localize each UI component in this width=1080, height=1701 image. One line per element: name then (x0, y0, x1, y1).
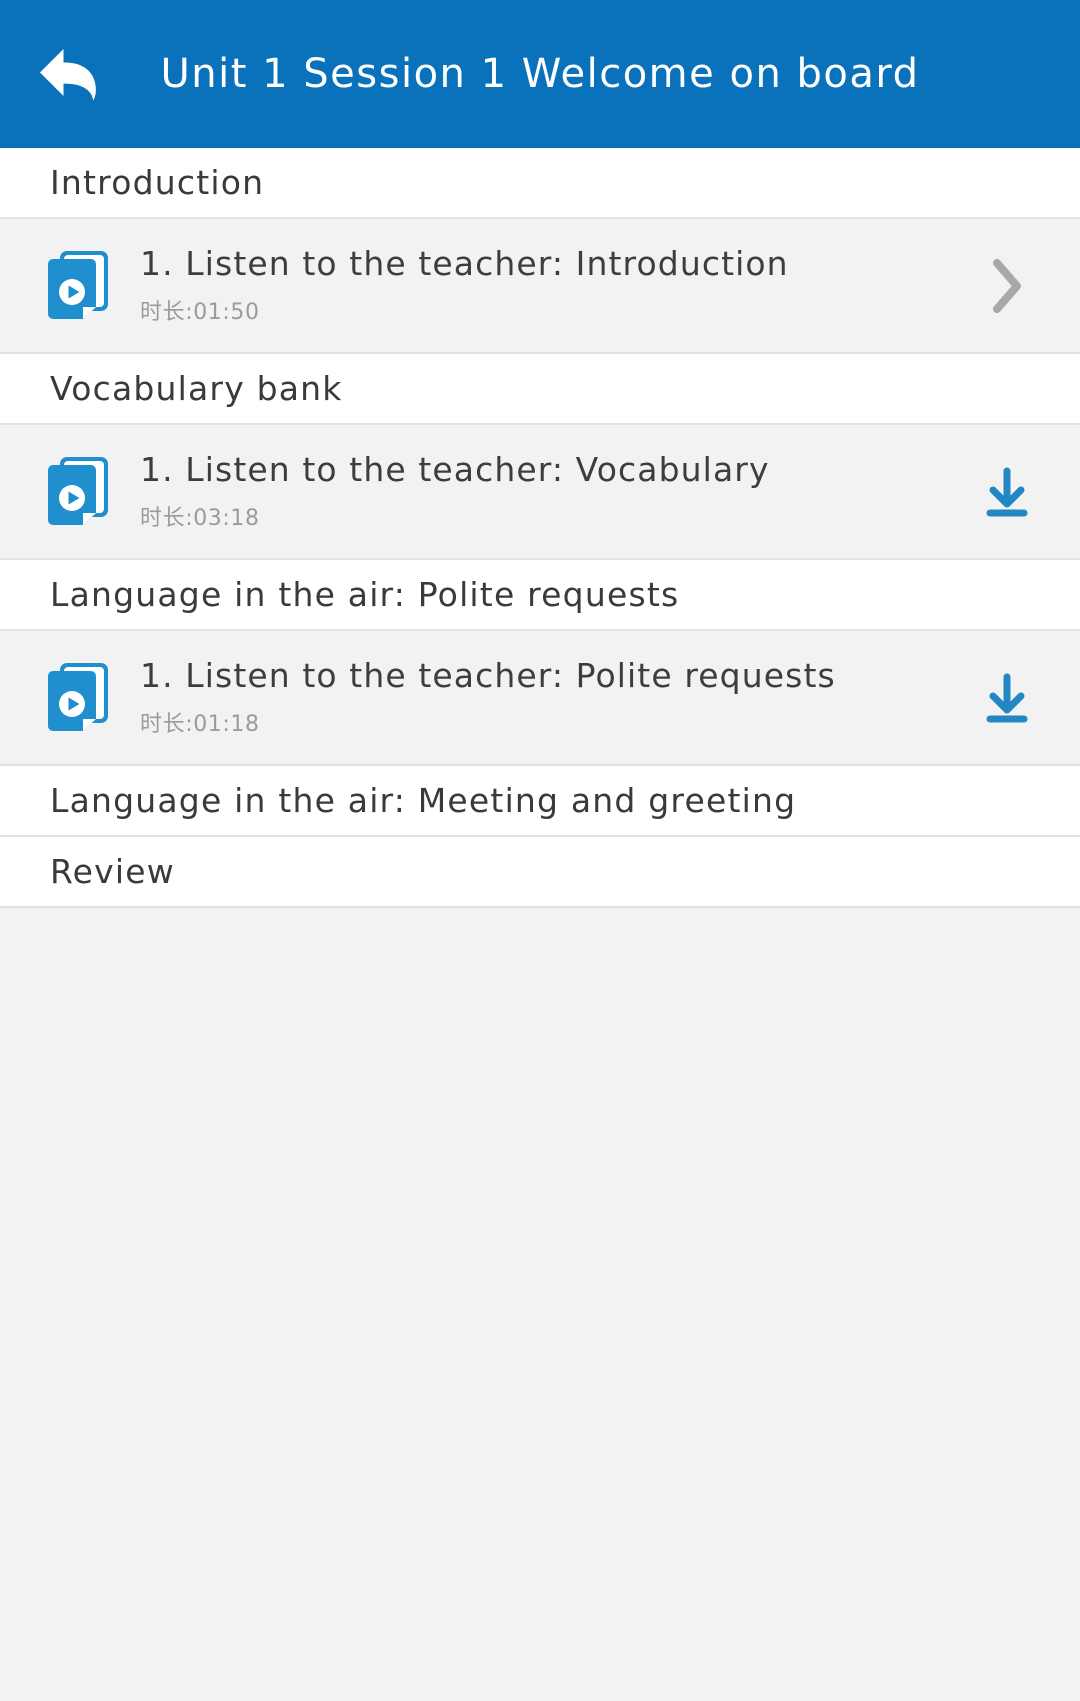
lesson-duration: 时长:03:18 (140, 505, 260, 531)
section-header-label: Language in the air: Polite requests (50, 575, 680, 614)
section-header-label: Language in the air: Meeting and greetin… (50, 781, 797, 820)
chevron-right-icon[interactable] (970, 249, 1044, 323)
download-icon[interactable] (970, 455, 1044, 529)
audio-card-play-icon (46, 456, 108, 527)
section-header-label: Review (50, 852, 175, 891)
lesson-row-vocabulary[interactable]: 1. Listen to the teacher: Vocabulary 时长:… (0, 425, 1080, 560)
lesson-text-block: 1. Listen to the teacher: Introduction 时… (140, 245, 970, 326)
lesson-title: 1. Listen to the teacher: Introduction (140, 245, 789, 283)
lesson-title: 1. Listen to the teacher: Polite request… (140, 657, 836, 695)
session-content-list: Introduction 1. Listen to the teacher: I… (0, 148, 1080, 908)
back-arrow-icon (37, 45, 101, 103)
lesson-text-block: 1. Listen to the teacher: Vocabulary 时长:… (140, 451, 970, 532)
audio-card-play-icon (46, 250, 108, 321)
lesson-duration: 时长:01:50 (140, 299, 260, 325)
section-header-introduction[interactable]: Introduction (0, 148, 1080, 219)
page-title: Unit 1 Session 1 Welcome on board (160, 51, 920, 97)
audio-card-play-icon (46, 662, 108, 733)
lesson-duration: 时长:01:18 (140, 711, 260, 737)
lesson-title: 1. Listen to the teacher: Vocabulary (140, 451, 770, 489)
back-button[interactable] (14, 0, 124, 148)
download-icon[interactable] (970, 661, 1044, 735)
section-header-meeting-and-greeting[interactable]: Language in the air: Meeting and greetin… (0, 766, 1080, 837)
empty-content-area (0, 908, 1080, 1701)
section-header-label: Vocabulary bank (50, 369, 343, 408)
app-screen: Unit 1 Session 1 Welcome on board Introd… (0, 0, 1080, 1701)
section-header-label: Introduction (50, 163, 265, 202)
section-header-review[interactable]: Review (0, 837, 1080, 908)
section-header-vocabulary-bank[interactable]: Vocabulary bank (0, 354, 1080, 425)
lesson-row-polite-requests[interactable]: 1. Listen to the teacher: Polite request… (0, 631, 1080, 766)
section-header-polite-requests[interactable]: Language in the air: Polite requests (0, 560, 1080, 631)
lesson-text-block: 1. Listen to the teacher: Polite request… (140, 657, 970, 738)
app-header: Unit 1 Session 1 Welcome on board (0, 0, 1080, 148)
lesson-row-introduction[interactable]: 1. Listen to the teacher: Introduction 时… (0, 219, 1080, 354)
